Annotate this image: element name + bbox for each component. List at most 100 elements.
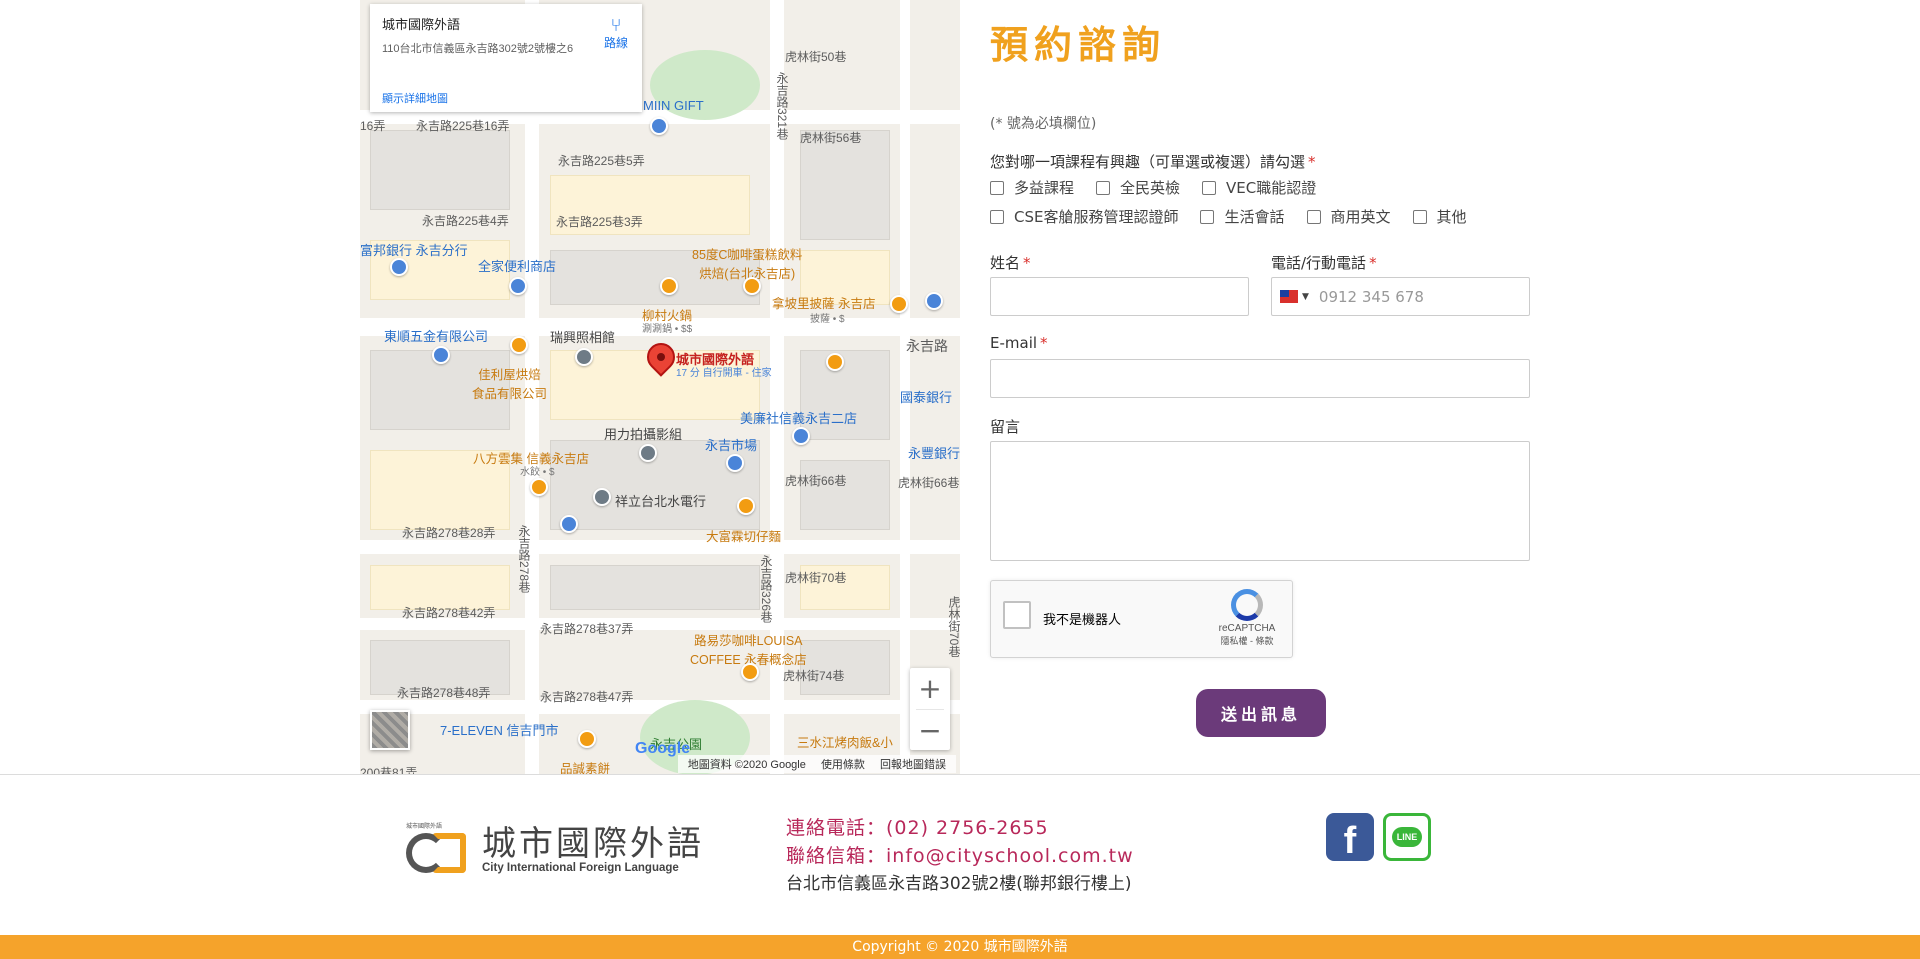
street-label: 虎林街70巷 <box>947 596 960 658</box>
poi-label[interactable]: 富邦銀行 永吉分行 <box>360 240 468 259</box>
zoom-out-button[interactable]: − <box>910 710 950 751</box>
report-error-link[interactable]: 回報地圖錯誤 <box>880 759 946 771</box>
checkbox[interactable] <box>990 180 1004 195</box>
map-attribution: 地圖資料 ©2020 Google 使用條款 回報地圖錯誤 <box>677 755 956 773</box>
poi-label[interactable]: 7-ELEVEN 信吉門市 <box>440 720 558 739</box>
poi-label[interactable]: 永吉市場 <box>705 435 757 454</box>
street-label: 虎林街70巷 <box>785 571 847 585</box>
restaurant-pin-icon[interactable] <box>826 353 844 371</box>
option-label: CSE客艙服務管理認證師 <box>1014 208 1179 226</box>
poi-label[interactable]: 祥立台北水電行 <box>615 491 706 510</box>
checkbox[interactable] <box>1096 180 1111 195</box>
shop-pin-icon[interactable] <box>726 454 744 472</box>
poi-label[interactable]: MIIN GIFT <box>643 98 704 113</box>
restaurant-pin-icon[interactable] <box>890 295 908 313</box>
checkbox[interactable] <box>1412 209 1427 224</box>
phone-input[interactable]: ▼ 0912 345 678 <box>1271 277 1530 316</box>
shop-pin-icon[interactable] <box>509 277 527 295</box>
street-label: 永吉路278巷37弄 <box>540 622 634 636</box>
message-textarea[interactable] <box>990 441 1530 561</box>
restaurant-pin-icon[interactable] <box>530 478 548 496</box>
cafe-pin-icon[interactable] <box>741 663 759 681</box>
inquiry-form: 預約諮詢 (* 號為必填欄位) 您對哪一項課程有興趣（可單選或複選）請勾選 * 多… <box>990 0 1530 737</box>
restaurant-pin-icon[interactable] <box>660 277 678 295</box>
option-label: 生活會話 <box>1224 208 1285 226</box>
email-input[interactable] <box>990 359 1530 398</box>
recaptcha-checkbox[interactable] <box>1003 601 1031 629</box>
poi-sublabel: 涮涮鍋 • $$ <box>642 324 693 335</box>
route-icon: ⑂ <box>610 15 622 35</box>
line-icon-text: LINE <box>1391 827 1423 847</box>
cafe-pin-icon[interactable] <box>743 277 761 295</box>
chevron-down-icon[interactable]: ▼ <box>1302 292 1309 302</box>
course-option-business[interactable]: 商用英文 <box>1306 206 1391 227</box>
poi-label[interactable]: 85度C咖啡蛋糕飲料 烘焙(台北永吉店) <box>692 244 802 282</box>
course-option-toeic[interactable]: 多益課程 <box>990 177 1074 198</box>
street-label: 永吉路225巷3弄 <box>556 215 643 229</box>
restaurant-pin-icon[interactable] <box>510 336 528 354</box>
shop-pin-icon[interactable] <box>650 117 668 135</box>
shop-pin-icon[interactable] <box>792 427 810 445</box>
poi-label[interactable]: 美廉社信義永吉二店 <box>740 408 857 427</box>
contact-email[interactable]: 聯絡信箱：info@cityschool.com.tw <box>786 842 1134 870</box>
place-pin-icon[interactable] <box>593 488 611 506</box>
street-label: 永吉路225巷5弄 <box>558 154 645 168</box>
footer-contact: 連絡電話：(02) 2756-2655 聯絡信箱：info@cityschool… <box>786 814 1134 898</box>
flag-tw-icon[interactable] <box>1280 290 1298 303</box>
place-pin-icon[interactable] <box>639 444 657 462</box>
poi-label[interactable]: 品誠素餅 <box>560 758 610 775</box>
checkbox[interactable] <box>1306 209 1321 224</box>
shop-pin-icon[interactable] <box>560 515 578 533</box>
option-label: 其他 <box>1436 208 1467 226</box>
map-block <box>370 130 510 210</box>
name-field-label: 姓名 * <box>990 252 1031 273</box>
shop-pin-icon[interactable] <box>432 346 450 364</box>
recaptcha-privacy-terms[interactable]: 隱私權 - 條款 <box>1212 634 1282 647</box>
contact-phone[interactable]: 連絡電話：(02) 2756-2655 <box>786 814 1134 842</box>
recaptcha-text: 我不是機器人 <box>1043 612 1122 627</box>
poi-label[interactable]: 永豐銀行 <box>908 443 960 462</box>
course-option-vec[interactable]: VEC職能認證 <box>1202 177 1316 198</box>
checkbox[interactable] <box>990 209 1004 224</box>
poi-label[interactable]: 三水江烤肉飯&小 <box>797 732 893 751</box>
checkbox[interactable] <box>1202 180 1217 195</box>
info-card-address: 110台北市信義區永吉路302號2號樓之6 <box>382 43 574 55</box>
courses-question: 您對哪一項課程有興趣（可單選或複選）請勾選 * <box>990 151 1316 172</box>
street-label: 永吉路 <box>906 338 948 354</box>
course-option-cse[interactable]: CSE客艙服務管理認證師 <box>990 206 1178 227</box>
satellite-toggle[interactable] <box>370 710 410 750</box>
restaurant-pin-icon[interactable] <box>737 497 755 515</box>
zoom-in-button[interactable]: + <box>910 668 950 709</box>
map-info-card: 城市國際外語 110台北市信義區永吉路302號2號樓之6 顯示詳細地圖 ⑂ 路線 <box>370 4 642 112</box>
poi-label[interactable]: 全家便利商店 <box>478 256 556 275</box>
checkbox[interactable] <box>1200 209 1215 224</box>
line-icon[interactable]: LINE <box>1383 813 1431 861</box>
facebook-icon[interactable]: f <box>1326 813 1374 862</box>
restaurant-pin-icon[interactable] <box>578 730 596 748</box>
bank-pin-icon[interactable] <box>390 258 408 276</box>
option-label: 多益課程 <box>1014 179 1075 197</box>
target-sublabel: 17 分 自行開車 - 住家 <box>676 368 772 379</box>
required-note: (* 號為必填欄位) <box>990 116 1097 132</box>
name-input[interactable] <box>990 277 1249 316</box>
poi-label[interactable]: 佳利屋烘焙 食品有限公司 <box>472 364 547 402</box>
poi-label[interactable]: 用力拍攝影組 <box>604 424 682 443</box>
poi-label[interactable]: 東順五金有限公司 <box>384 326 488 345</box>
submit-button[interactable]: 送出訊息 <box>1196 689 1326 737</box>
course-option-conversation[interactable]: 生活會話 <box>1200 206 1285 227</box>
poi-label[interactable]: 瑞興照相館 <box>550 327 615 346</box>
course-option-gept[interactable]: 全民英檢 <box>1096 177 1180 198</box>
course-option-other[interactable]: 其他 <box>1412 206 1467 227</box>
poi-label[interactable]: 大富霖切仔麵 <box>706 526 781 545</box>
street-label: 16弄 <box>360 119 386 133</box>
place-pin-icon[interactable] <box>575 348 593 366</box>
directions-button[interactable]: ⑂ 路線 <box>604 16 628 51</box>
footer-logo[interactable]: 城市國際外語 城市國際外語 City International Foreign… <box>406 823 704 874</box>
google-map[interactable]: 虎林街50巷 永吉路321巷 虎林街56巷 永吉路225巷16弄 永吉路225巷… <box>360 0 960 775</box>
poi-sublabel: 水餃 • $ <box>520 467 555 478</box>
view-larger-map-link[interactable]: 顯示詳細地圖 <box>382 90 448 106</box>
terms-link[interactable]: 使用條款 <box>821 759 865 771</box>
shop-pin-icon[interactable] <box>925 292 943 310</box>
street-label: 永吉路278巷48弄 <box>397 686 491 700</box>
poi-label[interactable]: 國泰銀行 <box>900 387 952 406</box>
